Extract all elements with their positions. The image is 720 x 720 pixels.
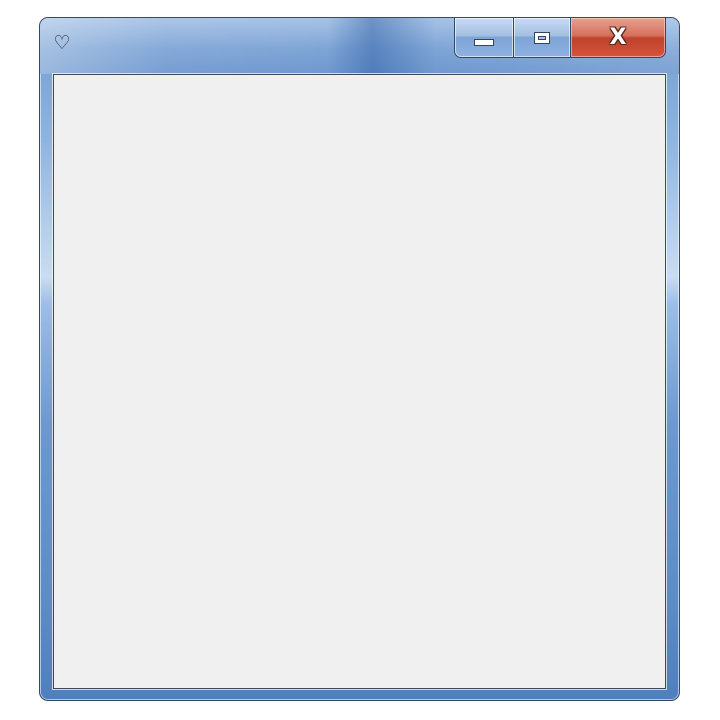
minimize-button[interactable] xyxy=(454,18,513,58)
title-bar[interactable]: ♡ X xyxy=(40,18,679,74)
maximize-button[interactable] xyxy=(513,18,570,58)
client-area xyxy=(53,74,666,689)
caption-buttons: X xyxy=(454,18,666,58)
app-window: ♡ X xyxy=(39,17,680,701)
close-button[interactable]: X xyxy=(570,18,666,58)
heart-icon[interactable]: ♡ xyxy=(51,32,73,54)
minimize-icon xyxy=(474,39,494,46)
maximize-icon xyxy=(534,31,550,44)
close-icon: X xyxy=(609,24,627,50)
